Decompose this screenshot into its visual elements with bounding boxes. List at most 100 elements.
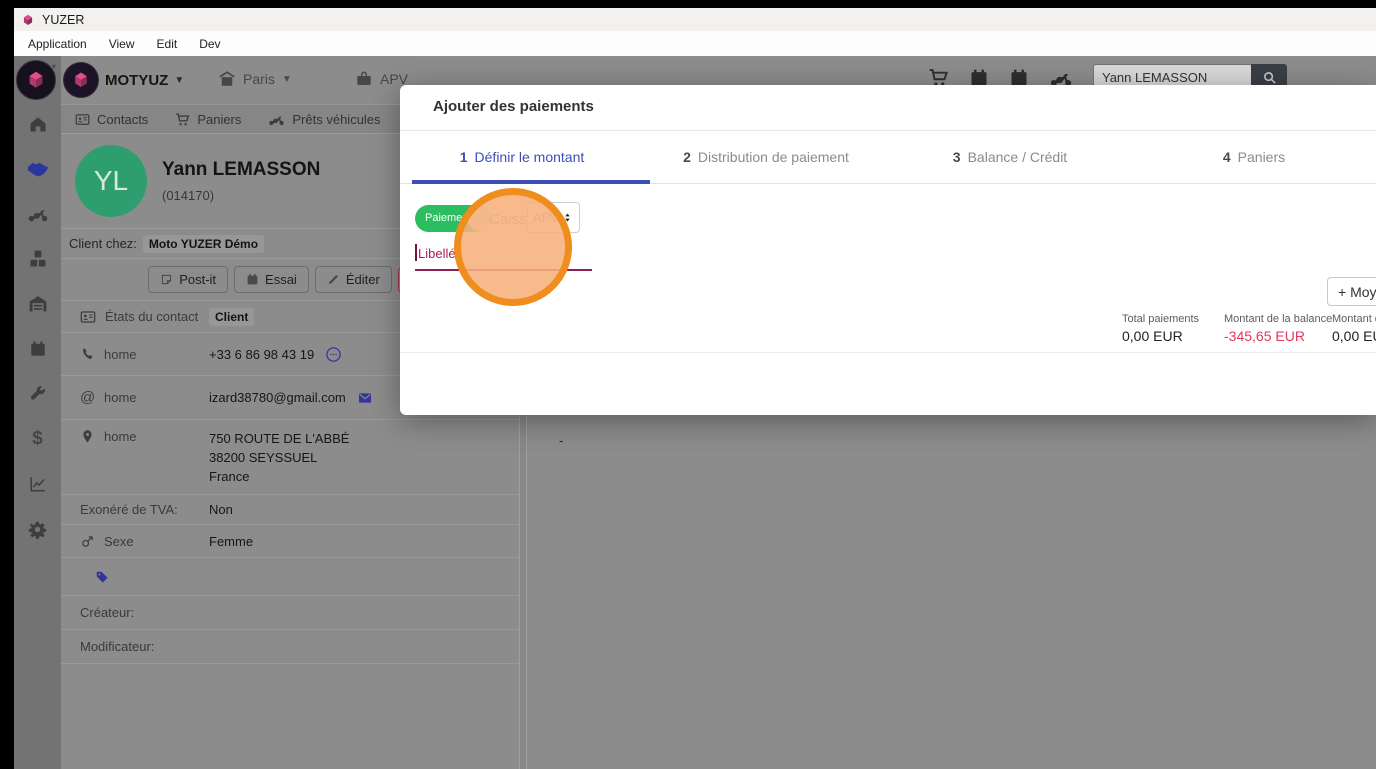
sidebar: ▾ $: [14, 56, 61, 769]
total-value: 0,00 EU: [1332, 328, 1376, 344]
sidebar-item-finance[interactable]: $: [26, 429, 50, 449]
site-switcher[interactable]: Paris ▼: [218, 70, 292, 88]
row-label: home: [104, 390, 137, 405]
calendar-icon: [29, 340, 47, 358]
step-paniers[interactable]: 4 Paniers: [1132, 131, 1376, 183]
search-icon: [1262, 70, 1277, 85]
handshake-icon: [27, 158, 49, 180]
button-label: Éditer: [345, 272, 380, 287]
contact-name: Yann LEMASSON: [162, 159, 321, 180]
essai-button[interactable]: Essai: [234, 266, 309, 293]
button-label: + Moy: [1338, 283, 1376, 300]
sidebar-item-planning[interactable]: [26, 339, 50, 359]
row-label: États du contact: [105, 309, 199, 324]
sms-button[interactable]: [325, 346, 342, 363]
row-label: Créateur:: [80, 605, 135, 620]
sidebar-item-reports[interactable]: [26, 474, 50, 494]
client-of-chip[interactable]: Moto YUZER Démo: [142, 234, 265, 253]
chevron-down-icon: ▼: [174, 74, 185, 86]
payment-caisse-toggle[interactable]: Paiement: [415, 205, 492, 232]
payment-type-select[interactable]: APV: [527, 202, 580, 233]
sidebar-item-workshop[interactable]: [26, 384, 50, 404]
menu-view[interactable]: View: [98, 33, 146, 55]
step-number: 1: [459, 149, 468, 165]
sidebar-item-home[interactable]: [26, 114, 50, 134]
window-title: YUZER: [42, 12, 85, 27]
step-label: Distribution de paiement: [697, 149, 849, 165]
context-switcher[interactable]: APV: [355, 70, 408, 88]
chevron-down-icon: ▼: [281, 73, 292, 85]
gender-value: Femme: [209, 533, 254, 549]
step-label: Balance / Crédit: [967, 149, 1068, 165]
client-of-label: Client chez:: [69, 236, 137, 251]
row-label: Modificateur:: [80, 639, 155, 654]
menu-edit[interactable]: Edit: [146, 33, 189, 55]
active-step-indicator: [412, 180, 650, 184]
org-switcher[interactable]: MOTYUZ ▼: [63, 62, 184, 98]
spinner-arrows-icon: [561, 211, 574, 224]
step-number: 2: [683, 149, 691, 165]
briefcase-icon: [355, 70, 373, 88]
map-marker-icon: [80, 429, 95, 444]
phone-icon: [80, 347, 95, 362]
sidebar-brand-logo[interactable]: [16, 60, 56, 100]
postit-button[interactable]: Post-it: [148, 266, 229, 293]
sidebar-item-settings[interactable]: [26, 519, 50, 539]
address-line: 38200 SEYSSUEL: [209, 450, 318, 465]
step-payment-distribution[interactable]: 2 Distribution de paiement: [644, 131, 888, 183]
add-payments-dialog: Ajouter des paiements 1 Définir le monta…: [400, 85, 1376, 415]
libelle-input[interactable]: [415, 269, 592, 271]
brand-cube-icon: [25, 69, 47, 91]
motorcycle-icon: [27, 203, 49, 225]
text-cursor: [415, 244, 417, 261]
sidebar-item-contacts[interactable]: [26, 159, 50, 179]
tag-button[interactable]: [95, 570, 109, 584]
contact-code: (014170): [162, 188, 215, 203]
calendar-icon: [246, 273, 259, 286]
sidebar-item-vehicles[interactable]: [26, 204, 50, 224]
contact-state-chip: Client: [209, 307, 255, 326]
edit-button[interactable]: Éditer: [314, 266, 392, 293]
step-label: Définir le montant: [474, 149, 585, 165]
address-line: France: [209, 469, 250, 484]
contact-state-icon: [80, 309, 96, 325]
mail-icon: [357, 390, 373, 406]
sidebar-item-garage[interactable]: [26, 294, 50, 314]
wrench-icon: [28, 385, 47, 404]
id-card-icon: [75, 112, 90, 127]
tab-prets-vehicules[interactable]: Prêts véhicules: [268, 111, 381, 128]
email-address: izard38780@gmail.com: [209, 390, 346, 405]
wizard-steps: 1 Définir le montant 2 Distribution de p…: [400, 130, 1376, 184]
add-payment-method-button[interactable]: + Moy: [1327, 277, 1376, 306]
menu-application[interactable]: Application: [17, 33, 98, 55]
org-name: MOTYUZ: [105, 71, 169, 89]
vat-exempt-value: Non: [209, 502, 233, 517]
tab-paniers[interactable]: Paniers: [175, 112, 241, 127]
tab-contacts[interactable]: Contacts: [75, 112, 148, 127]
note-icon: [160, 273, 173, 286]
mail-button[interactable]: [357, 390, 373, 406]
step-balance-credit[interactable]: 3 Balance / Crédit: [888, 131, 1132, 183]
avatar-initials: YL: [93, 165, 129, 196]
tag-icon: [95, 570, 109, 584]
sidebar-item-products[interactable]: [26, 249, 50, 269]
pencil-icon: [327, 273, 340, 286]
creator-row: Créateur:: [61, 595, 519, 629]
modifier-row: Modificateur:: [61, 629, 519, 663]
balance-amount: Montant de la balance -345,65 EUR: [1224, 313, 1332, 344]
avatar: YL: [75, 145, 147, 217]
phone-number: +33 6 86 98 43 19: [209, 346, 315, 362]
menu-dev[interactable]: Dev: [188, 33, 231, 55]
gender-icon: [80, 534, 95, 549]
step-define-amount[interactable]: 1 Définir le montant: [400, 131, 650, 184]
address-row: home 750 ROUTE DE L'ABBÉ 38200 SEYSSUEL …: [61, 419, 519, 494]
sms-icon: [325, 346, 342, 363]
total-value: 0,00 EUR: [1122, 328, 1183, 344]
site-name: Paris: [243, 71, 275, 87]
garage-icon: [28, 294, 48, 314]
third-amount: Montant d 0,00 EU: [1332, 313, 1376, 344]
app-logo-icon: [21, 13, 35, 27]
row-label: Exonéré de TVA:: [80, 502, 178, 517]
sidebar-brand-caret-icon: ▾: [52, 62, 57, 71]
at-icon: @: [80, 389, 96, 406]
